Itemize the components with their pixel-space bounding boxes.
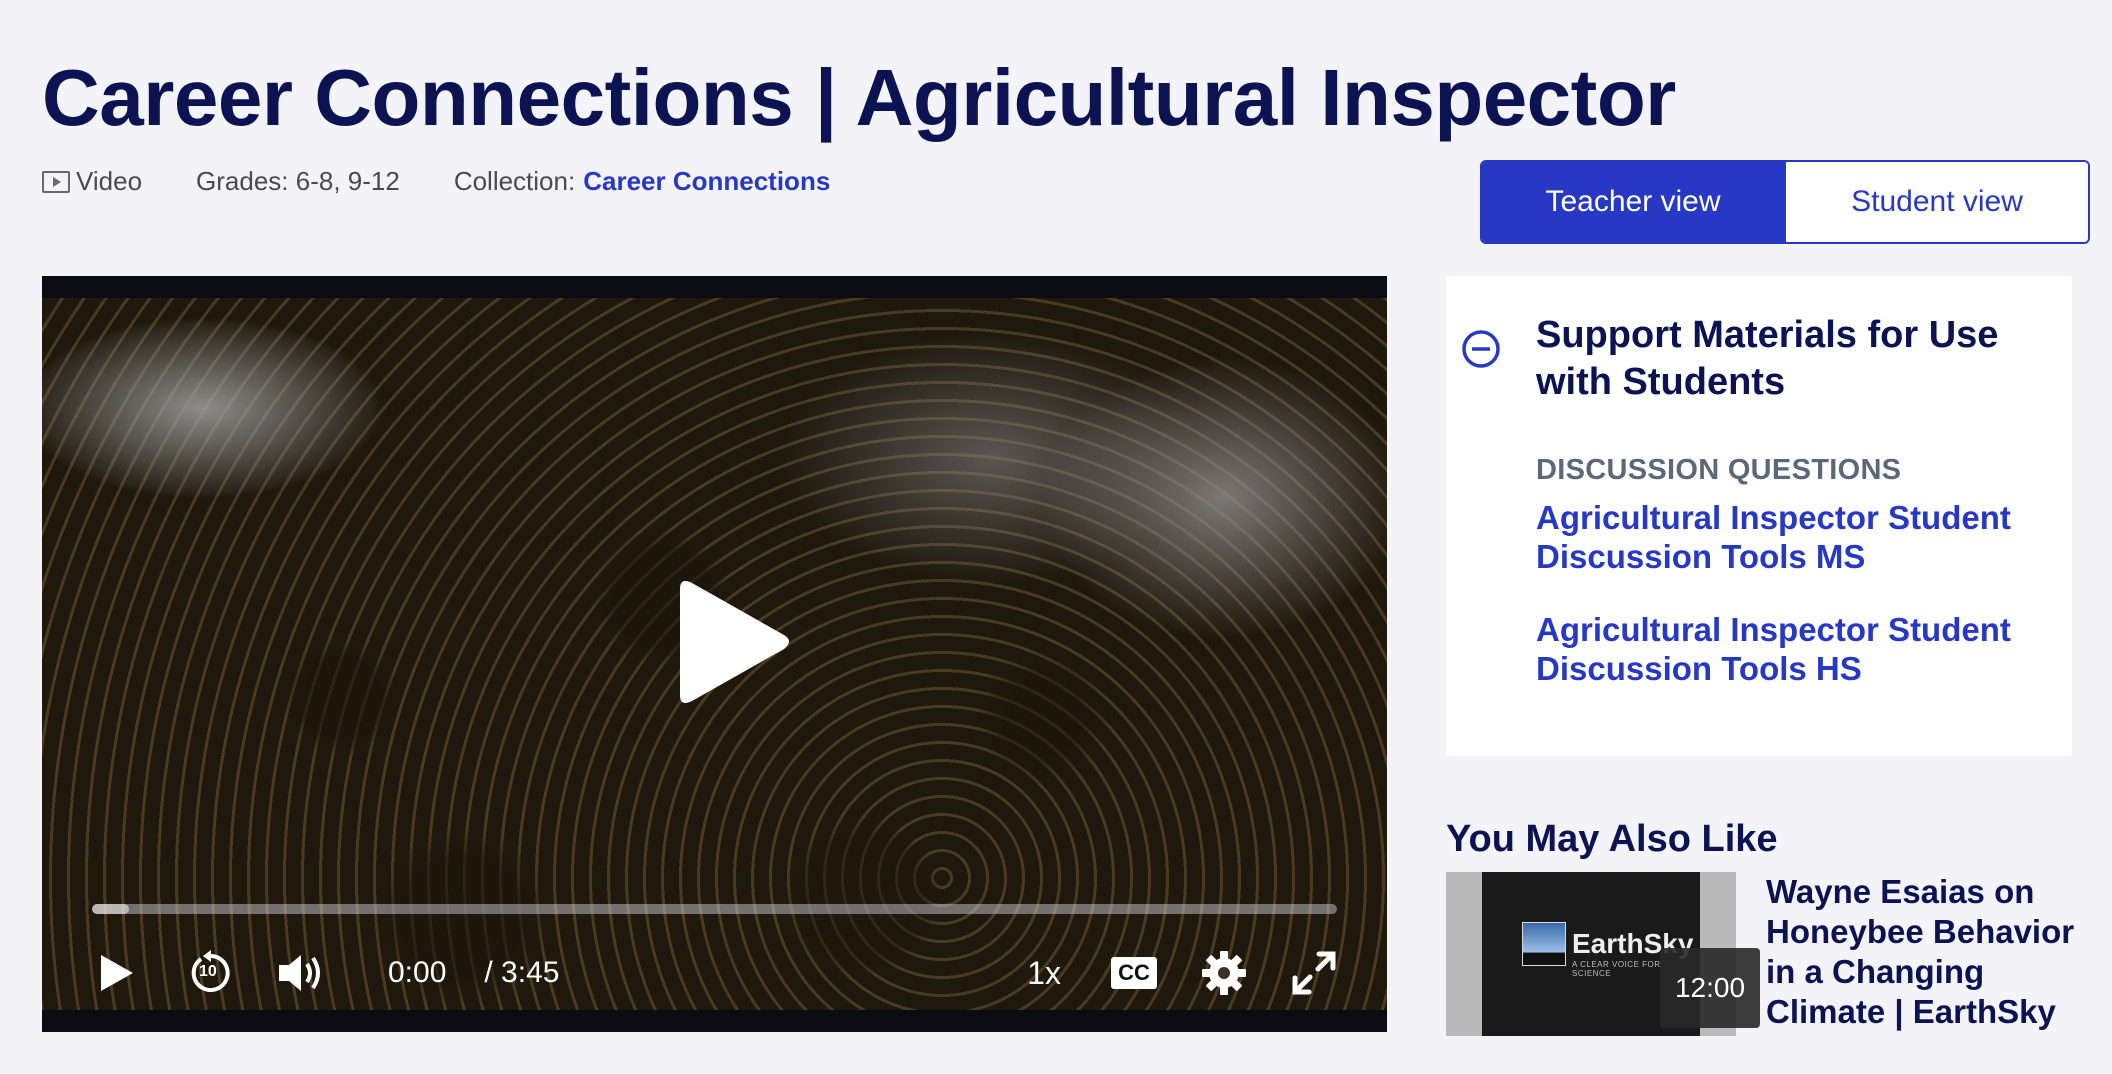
video-icon xyxy=(42,170,70,193)
also-like-heading: You May Also Like xyxy=(1446,818,1778,860)
rewind-seconds: 10 xyxy=(199,963,217,980)
resource-meta: Video Grades: 6-8, 9-12 Collection: Care… xyxy=(42,166,884,197)
collapse-icon[interactable] xyxy=(1460,328,1502,370)
thumbnail-frame: EarthSky A CLEAR VOICE FOR SCIENCE 12:00 xyxy=(1482,872,1760,1036)
discussion-questions-label: DISCUSSION QUESTIONS xyxy=(1536,454,1902,486)
media-type-label: Video xyxy=(76,166,143,196)
player-controls: 10 0:00 / 3:45 1x CC xyxy=(92,938,1337,1008)
progress-bar[interactable] xyxy=(92,904,1337,914)
support-materials-heading: Support Materials for Use with Students xyxy=(1536,314,1999,403)
big-play-icon[interactable] xyxy=(652,571,802,721)
collection-link[interactable]: Career Connections xyxy=(583,166,830,197)
captions-button[interactable]: CC xyxy=(1111,957,1157,989)
collection: Collection: Career Connections xyxy=(454,166,830,197)
media-type: Video xyxy=(42,166,142,197)
video-top-bar xyxy=(42,276,1387,298)
grades: Grades: 6-8, 9-12 xyxy=(196,166,400,197)
view-toggle: Teacher view Student view xyxy=(1480,160,2090,244)
gear-icon xyxy=(1202,951,1246,995)
recommended-title[interactable]: Wayne Esaias on Honeybee Behavior in a C… xyxy=(1766,872,2086,1032)
progress-fill xyxy=(92,904,130,914)
student-view-button[interactable]: Student view xyxy=(1784,162,2088,242)
volume-button[interactable] xyxy=(276,951,326,995)
page-title: Career Connections | Agricultural Inspec… xyxy=(42,53,1676,142)
rewind-button[interactable]: 10 xyxy=(186,949,236,997)
play-button[interactable] xyxy=(92,951,142,995)
playback-speed-button[interactable]: 1x xyxy=(1027,955,1061,992)
teacher-view-button[interactable]: Teacher view xyxy=(1482,162,1784,242)
duration: / 3:45 xyxy=(484,956,560,989)
settings-button[interactable] xyxy=(1201,950,1247,996)
recommended-item[interactable]: EarthSky A CLEAR VOICE FOR SCIENCE 12:00… xyxy=(1446,872,2086,1072)
support-materials-panel: Support Materials for Use with Students … xyxy=(1446,276,2072,756)
grades-label: Grades: 6-8, 9-12 xyxy=(196,166,400,196)
discussion-tools-hs-link[interactable]: Agricultural Inspector Student Discussio… xyxy=(1536,610,2056,688)
fullscreen-button[interactable] xyxy=(1291,950,1337,996)
volume-icon xyxy=(279,955,320,991)
earthsky-logo-icon xyxy=(1522,922,1566,966)
play-icon xyxy=(101,955,133,991)
recommended-thumbnail[interactable]: EarthSky A CLEAR VOICE FOR SCIENCE 12:00 xyxy=(1446,872,1760,1036)
duration-badge: 12:00 xyxy=(1660,948,1760,1028)
fullscreen-icon xyxy=(1292,951,1336,995)
video-bottom-bar xyxy=(42,1010,1387,1032)
current-time: 0:00 xyxy=(388,956,447,989)
collection-label: Collection: xyxy=(453,166,576,196)
video-player[interactable]: 10 0:00 / 3:45 1x CC xyxy=(42,276,1387,1032)
discussion-tools-ms-link[interactable]: Agricultural Inspector Student Discussio… xyxy=(1536,498,2056,576)
